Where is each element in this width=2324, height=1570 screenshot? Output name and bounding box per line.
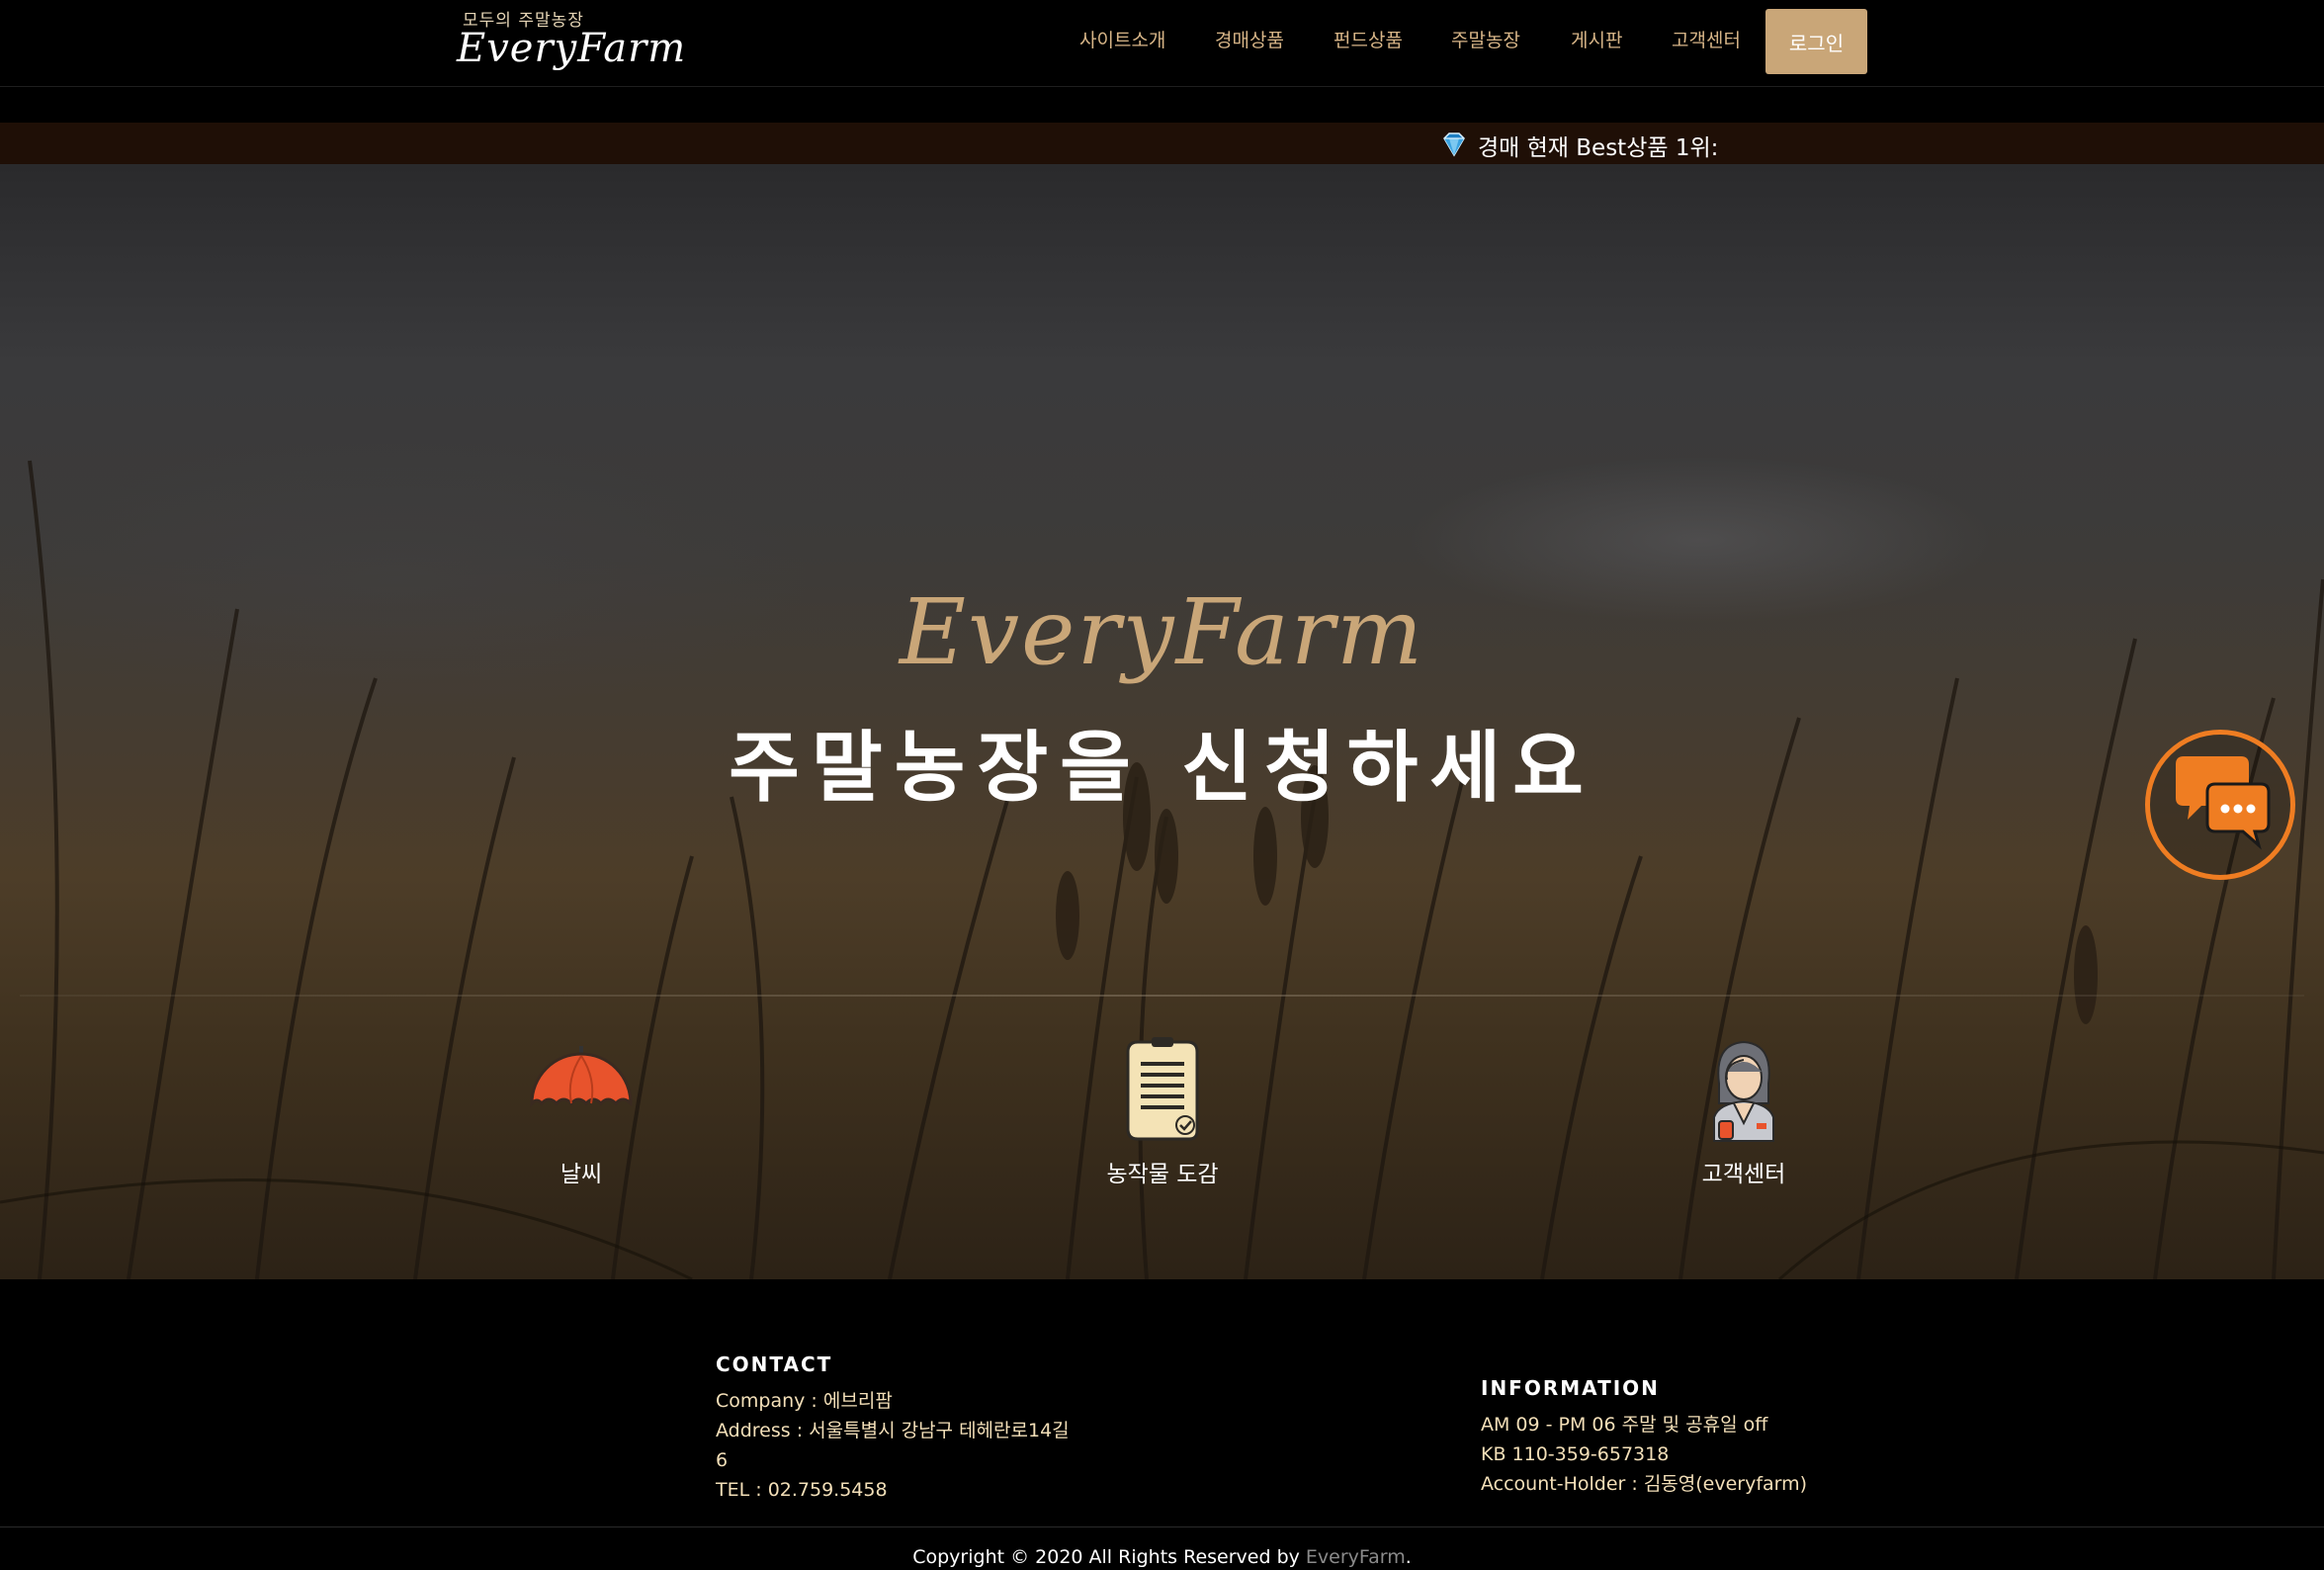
hero-main-title: 주말농장을 신청하세요 — [729, 724, 1595, 813]
site-logo[interactable]: 모두의 주말농장 EveryFarm — [457, 6, 685, 77]
chat-button[interactable] — [2145, 730, 2295, 880]
nav-item-weekend-farm[interactable]: 주말농장 — [1451, 26, 1520, 52]
best-product-ticker: 경매 현재 Best상품 1위: — [0, 123, 2324, 164]
document-icon — [1126, 1037, 1199, 1141]
footer-contact: CONTACT Company : 에브리팜 Address : 서울특별시 강… — [716, 1352, 1091, 1505]
info-hours: AM 09 - PM 06 주말 및 공휴일 off — [1481, 1414, 1768, 1436]
feature-crop-guide[interactable]: 농작물 도감 — [1054, 1034, 1271, 1192]
site-header: 모두의 주말농장 EveryFarm 사이트소개 경매상품 펀드상품 주말농장 … — [0, 0, 2324, 87]
footer-information: INFORMATION AM 09 - PM 06 주말 및 공휴일 off K… — [1481, 1376, 1856, 1499]
contact-address-line2: 6 — [716, 1449, 729, 1471]
nav-item-support[interactable]: 고객센터 — [1672, 26, 1741, 52]
logo-wordmark: EveryFarm — [457, 26, 687, 71]
nav-item-board[interactable]: 게시판 — [1571, 26, 1622, 52]
chat-bubbles-icon — [2176, 756, 2271, 850]
copyright-brand-link[interactable]: EveryFarm — [1306, 1546, 1406, 1568]
umbrella-icon — [530, 1046, 633, 1108]
customer-service-icon — [1713, 1040, 1774, 1142]
ticker-text: 경매 현재 Best상품 1위: — [1478, 135, 1719, 161]
header-spacer — [0, 87, 2324, 123]
contact-heading: CONTACT — [716, 1352, 833, 1376]
information-heading: INFORMATION — [1481, 1376, 1660, 1400]
contact-address: Address : 서울특별시 강남구 테헤란로14길 — [716, 1420, 1070, 1441]
feature-customer-service-label: 고객센터 — [1701, 1162, 1786, 1187]
contact-company: Company : 에브리팜 — [716, 1390, 893, 1412]
footer-divider — [0, 1526, 2324, 1527]
hero-section: EveryFarm 주말농장을 신청하세요 날씨 농작물 도감 고객센터 — [0, 164, 2324, 1279]
hero-script-title: EveryFarm — [899, 579, 1425, 685]
nav-item-auction[interactable]: 경매상품 — [1215, 26, 1284, 52]
site-footer: CONTACT Company : 에브리팜 Address : 서울특별시 강… — [0, 1279, 2324, 1570]
feature-weather-label: 날씨 — [559, 1162, 603, 1187]
info-holder: Account-Holder : 김동영(everyfarm) — [1481, 1473, 1808, 1495]
hero-divider — [20, 995, 2304, 997]
copyright: Copyright © 2020 All Rights Reserved by … — [912, 1546, 1412, 1568]
nav-item-fund[interactable]: 펀드상품 — [1334, 26, 1403, 52]
feature-customer-service[interactable]: 고객센터 — [1635, 1034, 1852, 1192]
diamond-icon — [1443, 132, 1465, 157]
feature-crop-guide-label: 농작물 도감 — [1106, 1162, 1219, 1187]
login-button[interactable]: 로그인 — [1765, 9, 1867, 74]
contact-tel: TEL : 02.759.5458 — [716, 1479, 888, 1501]
info-account: KB 110-359-657318 — [1481, 1443, 1670, 1465]
feature-weather[interactable]: 날씨 — [473, 1034, 690, 1192]
nav-item-about[interactable]: 사이트소개 — [1079, 26, 1165, 52]
